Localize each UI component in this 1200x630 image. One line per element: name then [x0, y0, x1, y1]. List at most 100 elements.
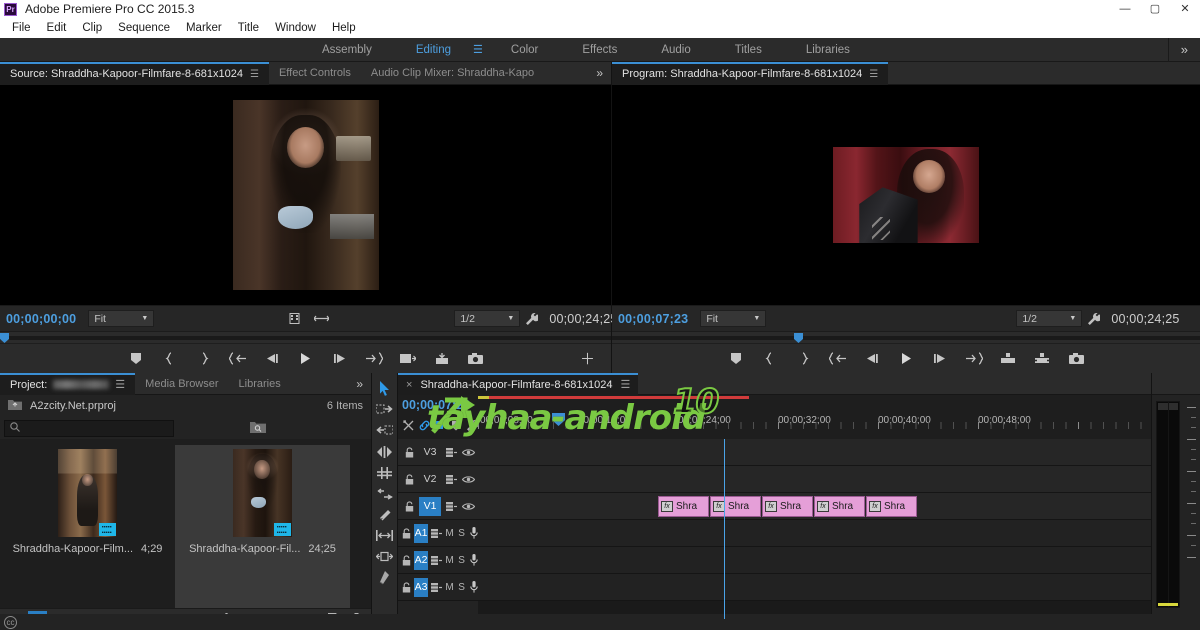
timeline-menu-icon[interactable]: ☰ — [620, 374, 630, 396]
export-frame-icon[interactable] — [459, 344, 493, 374]
eye-icon[interactable] — [461, 444, 475, 460]
list-item[interactable]: Shraddha-Kapoor-Fil... 24;25 — [175, 445, 350, 608]
add-marker-icon[interactable] — [719, 344, 753, 374]
selection-tool-icon[interactable] — [374, 379, 396, 398]
timeline-clip[interactable]: fx Shra — [658, 496, 709, 517]
timeline-clip[interactable]: fx Shra — [866, 496, 917, 517]
lock-icon[interactable] — [402, 525, 411, 541]
tab-media-browser[interactable]: Media Browser — [135, 373, 228, 395]
track-lane-v1[interactable]: fx Shra fx Shra fx Shra fx Shra fx Shra — [478, 493, 1151, 520]
sync-lock-icon[interactable] — [444, 471, 458, 487]
track-header-a3[interactable]: A3 M S — [398, 574, 478, 601]
menu-window[interactable]: Window — [267, 18, 324, 38]
timeline-clip[interactable]: fx Shra — [710, 496, 761, 517]
maximize-icon[interactable]: ▢ — [1140, 0, 1170, 18]
menu-marker[interactable]: Marker — [178, 18, 230, 38]
sync-lock-icon[interactable] — [444, 444, 458, 460]
lock-icon[interactable] — [402, 579, 411, 595]
track-lane-a2[interactable] — [478, 547, 1151, 574]
project-menu-icon[interactable]: ☰ — [115, 374, 125, 396]
source-monitor-view[interactable] — [0, 85, 611, 305]
overwrite-icon[interactable] — [425, 344, 459, 374]
workspace-tab-libraries[interactable]: Libraries — [784, 38, 872, 62]
lock-icon[interactable] — [402, 498, 416, 514]
menu-help[interactable]: Help — [324, 18, 364, 38]
ripple-edit-tool-icon[interactable] — [374, 442, 396, 461]
program-playhead-timecode[interactable]: 00;00;07;23 — [618, 312, 688, 326]
microphone-icon[interactable] — [469, 525, 478, 541]
lock-icon[interactable] — [402, 444, 416, 460]
track-header-v2[interactable]: V2 — [398, 466, 478, 493]
source-duration-timecode[interactable]: 00;00;24;25 — [549, 312, 617, 326]
play-icon[interactable] — [889, 344, 923, 374]
timeline-ruler[interactable]: 00;00;08;00 00;00;16;00 00;00;24;00 00;0… — [478, 415, 1151, 429]
workspace-tab-effects[interactable]: Effects — [560, 38, 639, 62]
microphone-icon[interactable] — [469, 579, 478, 595]
workspace-tab-audio[interactable]: Audio — [639, 38, 712, 62]
step-forward-icon[interactable] — [323, 344, 357, 374]
tab-sequence[interactable]: × Shraddha-Kapoor-Filmfare-8-681x1024 ☰ — [398, 372, 639, 396]
lift-icon[interactable] — [991, 344, 1025, 374]
timeline-playhead-timecode[interactable]: 00;00;07;23 — [402, 398, 478, 412]
track-name-a3[interactable]: A3 — [414, 577, 429, 597]
tab-audio-clip-mixer[interactable]: Audio Clip Mixer: Shraddha-Kapo — [361, 62, 544, 85]
film-strip-icon[interactable] — [284, 313, 305, 324]
step-forward-icon[interactable] — [923, 344, 957, 374]
source-playhead-handle[interactable] — [0, 333, 9, 343]
workspace-tab-editing[interactable]: Editing — [394, 38, 473, 62]
solo-button[interactable]: S — [457, 525, 466, 541]
tab-program-menu-icon[interactable]: ☰ — [869, 63, 878, 86]
timeline-ruler-area[interactable]: 00;00;08;00 00;00;16;00 00;00;24;00 00;0… — [478, 395, 1151, 439]
menu-sequence[interactable]: Sequence — [110, 18, 178, 38]
minimize-icon[interactable]: — — [1110, 0, 1140, 18]
program-duration-timecode[interactable]: 00;00;24;25 — [1111, 312, 1179, 326]
track-name-v2[interactable]: V2 — [419, 470, 441, 489]
go-to-in-icon[interactable] — [221, 344, 255, 374]
timeline-clip[interactable]: fx Shra — [762, 496, 813, 517]
track-select-forward-tool-icon[interactable] — [374, 400, 396, 419]
creative-cloud-icon[interactable]: cc — [4, 615, 17, 629]
tab-libraries[interactable]: Libraries — [229, 373, 291, 395]
snap-icon[interactable] — [402, 418, 415, 432]
mute-button[interactable]: M — [445, 552, 454, 568]
add-marker-icon[interactable] — [119, 344, 153, 374]
timeline-settings-icon[interactable] — [465, 418, 478, 432]
tab-source-menu-icon[interactable]: ☰ — [250, 63, 259, 86]
menu-edit[interactable]: Edit — [39, 18, 75, 38]
source-tabs-overflow-icon[interactable]: » — [588, 66, 611, 80]
source-playhead-timecode[interactable]: 00;00;00;00 — [6, 312, 76, 326]
eye-icon[interactable] — [461, 471, 475, 487]
slide-tool-icon[interactable] — [374, 547, 396, 566]
mute-button[interactable]: M — [445, 579, 454, 595]
new-search-bin-icon[interactable] — [250, 421, 266, 436]
track-name-v3[interactable]: V3 — [419, 443, 441, 462]
solo-button[interactable]: S — [457, 552, 466, 568]
track-header-a1[interactable]: A1 M S — [398, 520, 478, 547]
razor-tool-icon[interactable] — [374, 505, 396, 524]
go-to-out-icon[interactable] — [357, 344, 391, 374]
track-name-v1[interactable]: V1 — [419, 496, 441, 516]
extract-icon[interactable] — [1025, 344, 1059, 374]
track-lane-v3[interactable] — [478, 439, 1151, 466]
mark-in-icon[interactable] — [753, 344, 787, 374]
mute-button[interactable]: M — [445, 525, 454, 541]
play-icon[interactable] — [289, 344, 323, 374]
wrench-settings-icon[interactable] — [520, 312, 543, 325]
menu-title[interactable]: Title — [230, 18, 267, 38]
search-input[interactable] — [4, 419, 174, 437]
audio-meters-tab[interactable] — [1152, 373, 1200, 395]
tab-project[interactable]: Project: ☰ — [0, 372, 136, 396]
sync-lock-icon[interactable] — [444, 498, 458, 514]
workspace-overflow-icon[interactable]: » — [1167, 37, 1200, 62]
timeline-clip[interactable]: fx Shra — [814, 496, 865, 517]
marker-insert-icon[interactable] — [433, 418, 447, 432]
program-scrubbar[interactable] — [612, 331, 1200, 343]
track-header-v1[interactable]: V1 — [398, 493, 478, 520]
solo-button[interactable]: S — [457, 579, 466, 595]
parent-bin-icon[interactable] — [8, 399, 22, 413]
track-header-a2[interactable]: A2 M S — [398, 547, 478, 574]
workspace-tab-color[interactable]: Color — [489, 38, 560, 62]
program-monitor-view[interactable] — [612, 85, 1200, 305]
lock-icon[interactable] — [402, 552, 411, 568]
timeline-clip-area[interactable]: fx Shra fx Shra fx Shra fx Shra fx Shra — [478, 439, 1151, 619]
